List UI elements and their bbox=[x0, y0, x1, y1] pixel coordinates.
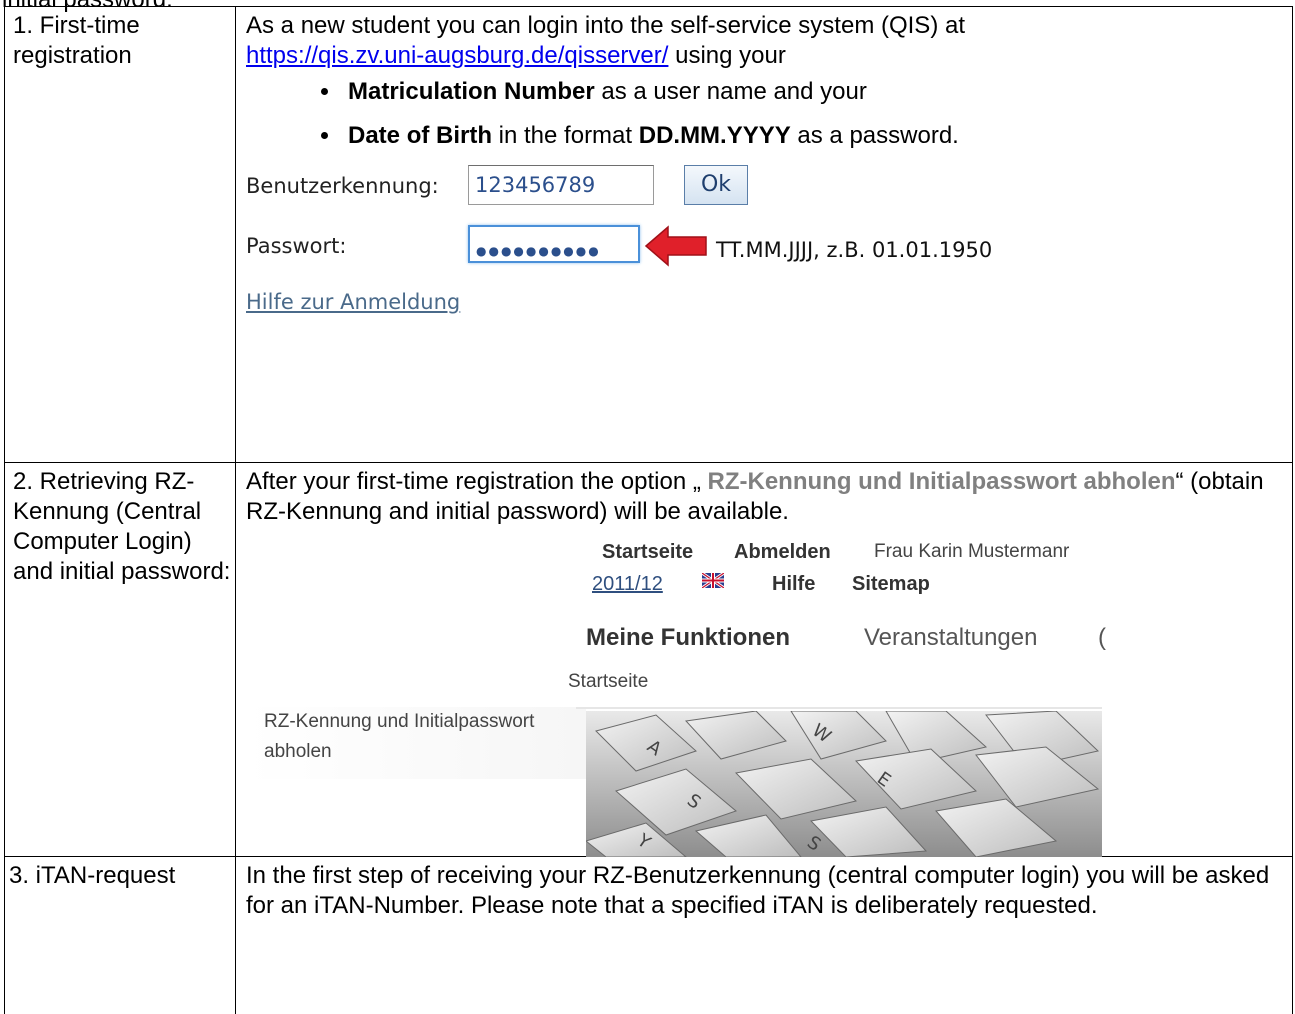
divider bbox=[576, 707, 1102, 709]
username-label: Benutzerkennung: bbox=[246, 171, 439, 201]
intro-pre: As a new student you can login into the … bbox=[246, 12, 965, 39]
table-row: 1. First-time registration As a new stud… bbox=[5, 7, 1293, 463]
intro-post: using your bbox=[668, 42, 785, 69]
step-content: After your first-time registration the o… bbox=[236, 463, 1293, 857]
qis-link[interactable]: https://qis.zv.uni-augsburg.de/qisserver… bbox=[246, 42, 668, 69]
password-format-note: TT.MM.JJJJ, z.B. 01.01.1950 bbox=[716, 235, 992, 265]
list-item: Matriculation Number as a user name and … bbox=[342, 77, 1292, 107]
step-label: 1. First-time registration bbox=[5, 7, 236, 463]
step-label: 2. Retrieving RZ-Kennung (Central Comput… bbox=[5, 463, 236, 857]
retrieve-text: After your first-time registration the o… bbox=[246, 467, 1292, 527]
step-content: In the first step of receiving your RZ-B… bbox=[236, 857, 1293, 1014]
login-help-link[interactable]: Hilfe zur Anmeldung bbox=[246, 287, 460, 317]
option-line-2[interactable]: abholen bbox=[264, 737, 332, 767]
sitemap-link[interactable]: Sitemap bbox=[852, 569, 930, 599]
instructions-table: 1. First-time registration As a new stud… bbox=[4, 6, 1293, 1014]
qis-screenshot: Startseite Abmelden Frau Karin Musterman… bbox=[246, 527, 1292, 827]
list-item: Date of Birth in the format DD.MM.YYYY a… bbox=[342, 121, 1292, 151]
bullet-list: Matriculation Number as a user name and … bbox=[246, 77, 1292, 151]
keyboard-image: A W S E Y S bbox=[586, 711, 1102, 857]
table-row: 2. Retrieving RZ-Kennung (Central Comput… bbox=[5, 463, 1293, 857]
semester-link[interactable]: 2011/12 bbox=[592, 569, 663, 599]
tab-veranstaltungen[interactable]: Veranstaltungen bbox=[864, 623, 1037, 653]
username-input[interactable]: 123456789 bbox=[468, 165, 654, 205]
user-name: Frau Karin Mustermanr bbox=[874, 537, 1069, 567]
tab-meine-funktionen[interactable]: Meine Funktionen bbox=[586, 623, 790, 653]
option-line-1[interactable]: RZ-Kennung und Initialpasswort bbox=[264, 707, 534, 737]
intro-text: As a new student you can login into the … bbox=[246, 11, 1292, 71]
step-label: 3. iTAN-request bbox=[5, 857, 236, 1014]
breadcrumb: Startseite bbox=[568, 667, 648, 697]
red-arrow-icon bbox=[644, 225, 710, 267]
option-box[interactable]: RZ-Kennung und Initialpasswort abholen bbox=[246, 707, 586, 779]
table-row: 3. iTAN-request In the first step of rec… bbox=[5, 857, 1293, 1014]
ok-button[interactable]: Ok bbox=[684, 165, 748, 205]
nav-startseite[interactable]: Startseite bbox=[602, 537, 693, 567]
option-name: RZ-Kennung und Initialpasswort abholen bbox=[708, 468, 1176, 495]
nav-abmelden[interactable]: Abmelden bbox=[734, 537, 831, 567]
login-screenshot: Benutzerkennung: 123456789 Ok Passwort: … bbox=[246, 165, 1292, 365]
step-content: As a new student you can login into the … bbox=[236, 7, 1293, 463]
help-link[interactable]: Hilfe bbox=[772, 569, 815, 599]
uk-flag-icon[interactable] bbox=[702, 573, 724, 588]
password-label: Passwort: bbox=[246, 231, 346, 261]
password-input[interactable]: ●●●●●●●●●● bbox=[468, 225, 640, 263]
tab-cut-off[interactable]: ( bbox=[1098, 623, 1106, 653]
